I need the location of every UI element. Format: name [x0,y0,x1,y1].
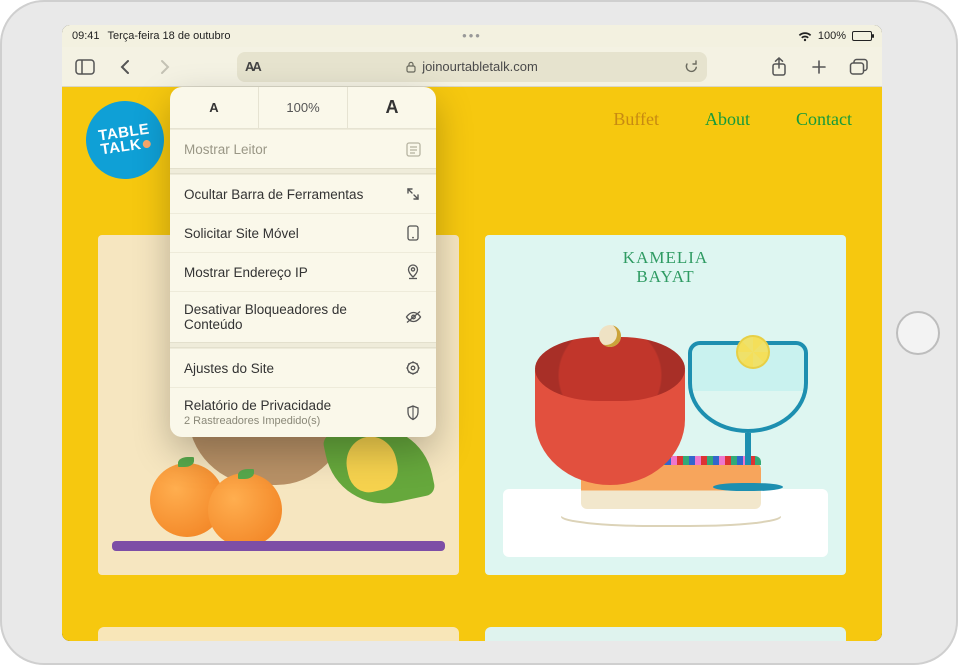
menu-privacy-report[interactable]: Relatório de Privacidade 2 Rastreadores … [170,387,436,437]
menu-label: Solicitar Site Móvel [184,226,299,241]
screen: ••• 09:41 Terça-feira 18 de outubro 100% [62,25,882,641]
bowl-top-illustration [535,337,685,401]
safari-toolbar: AA joinourtabletalk.com [62,47,882,87]
battery-percent: 100% [818,30,846,42]
menu-request-mobile[interactable]: Solicitar Site Móvel [170,213,436,252]
share-button[interactable] [762,52,796,82]
glass-illustration [688,341,808,491]
lemon-icon [736,335,770,369]
reader-aa-button[interactable]: AA [245,59,260,74]
tabs-button[interactable] [842,52,876,82]
zoom-in-button[interactable]: A [348,87,436,128]
address-bar[interactable]: AA joinourtabletalk.com [237,52,707,82]
zoom-row: A 100% A [170,87,436,129]
multitask-handle-icon[interactable]: ••• [462,28,482,43]
address-url: joinourtabletalk.com [422,59,538,74]
zoom-level[interactable]: 100% [258,87,348,128]
menu-show-ip[interactable]: Mostrar Endereço IP [170,252,436,291]
back-button[interactable] [108,52,142,82]
menu-label: Mostrar Leitor [184,142,267,157]
orange-illustration [208,473,282,547]
privacy-report-sub: 2 Rastreadores Impedido(s) [184,415,331,427]
nav-about[interactable]: About [705,109,750,130]
site-nav: Buffet About Contact [613,109,852,130]
site-logo[interactable]: TABLE TALK [81,96,169,184]
expand-icon [404,185,422,203]
reload-icon[interactable] [684,59,699,74]
cards-row-peek [98,627,846,641]
wifi-icon [798,31,812,42]
sidebar-button[interactable] [68,52,102,82]
nav-contact[interactable]: Contact [796,109,852,130]
artist-name-right: KAMELIA BAYAT [485,249,846,286]
status-time: 09:41 [72,30,100,42]
shield-icon [404,404,422,422]
menu-label: Desativar Bloqueadores de Conteúdo [184,302,404,332]
forward-button [148,52,182,82]
menu-label: Relatório de Privacidade [184,398,331,413]
new-tab-button[interactable] [802,52,836,82]
menu-label: Ajustes do Site [184,361,274,376]
reader-icon [404,140,422,158]
nav-buffet[interactable]: Buffet [613,109,659,130]
artist-name-right-l2: BAYAT [636,267,694,286]
artist-name-right-l1: KAMELIA [623,248,708,267]
menu-site-settings[interactable]: Ajustes do Site [170,348,436,387]
menu-label: Ocultar Barra de Ferramentas [184,187,363,202]
gear-icon [404,359,422,377]
ipad-frame: ••• 09:41 Terça-feira 18 de outubro 100% [0,0,958,665]
artwork-card-right[interactable]: KAMELIA BAYAT [485,235,846,575]
page-settings-menu: A 100% A Mostrar Leitor Ocultar Barra de… [170,87,436,437]
menu-disable-blockers[interactable]: Desativar Bloqueadores de Conteúdo [170,291,436,342]
location-icon [404,263,422,281]
menu-show-reader[interactable]: Mostrar Leitor [170,129,436,168]
lock-icon [406,61,416,73]
eye-slash-icon [404,308,422,326]
device-icon [404,224,422,242]
status-date: Terça-feira 18 de outubro [108,30,231,42]
shelf-illustration [112,541,444,551]
logo-dot-icon [143,139,152,148]
menu-label: Mostrar Endereço IP [184,265,308,280]
zoom-out-button[interactable]: A [170,87,258,128]
home-button[interactable] [896,311,940,355]
menu-hide-toolbar[interactable]: Ocultar Barra de Ferramentas [170,174,436,213]
battery-icon [852,31,872,41]
